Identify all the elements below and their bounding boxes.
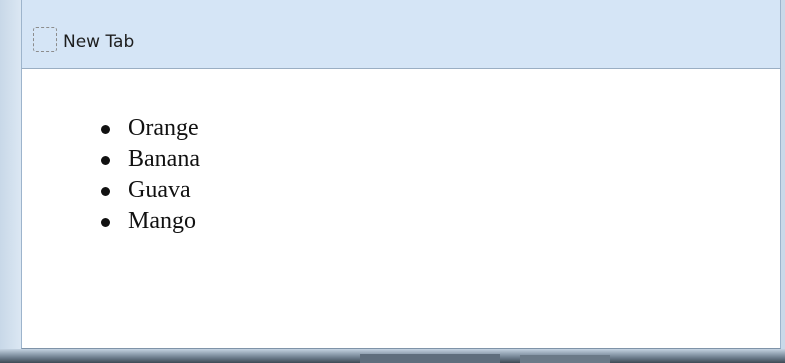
list-item: Guava xyxy=(101,175,200,206)
list-item-label: Mango xyxy=(128,208,196,234)
bullet-icon xyxy=(101,156,110,165)
taskbar-strip xyxy=(0,349,785,363)
list-item-label: Orange xyxy=(128,115,199,141)
list-item-label: Guava xyxy=(128,177,191,203)
bullet-icon xyxy=(101,218,110,227)
blank-page-icon xyxy=(33,27,57,52)
fruit-list: Orange Banana Guava Mango xyxy=(101,113,200,237)
background-shade xyxy=(520,355,610,363)
window-frame-right xyxy=(781,0,785,357)
page-content: Orange Banana Guava Mango xyxy=(21,69,781,349)
background-shade xyxy=(360,354,500,363)
list-item-label: Banana xyxy=(128,146,200,172)
tab-new-tab[interactable]: New Tab xyxy=(21,0,781,69)
browser-window: New Tab Orange Banana Guava Mango xyxy=(0,0,785,363)
tab-title: New Tab xyxy=(63,32,135,52)
window-frame-left xyxy=(0,0,21,357)
bullet-icon xyxy=(101,187,110,196)
bullet-icon xyxy=(101,125,110,134)
list-item: Mango xyxy=(101,206,200,237)
list-item: Orange xyxy=(101,113,200,144)
list-item: Banana xyxy=(101,144,200,175)
